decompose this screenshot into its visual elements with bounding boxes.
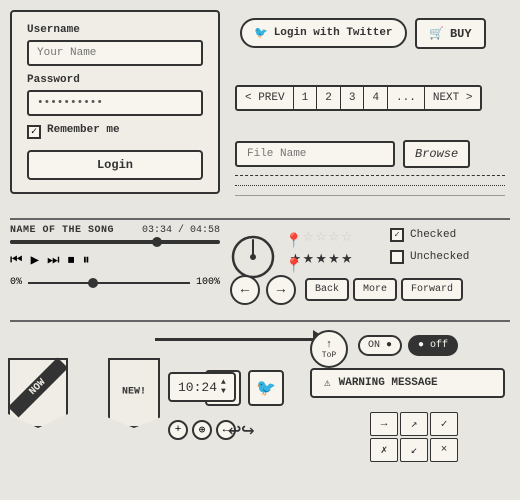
- checked-label: Checked: [410, 229, 456, 241]
- progress-thumb[interactable]: [152, 237, 162, 247]
- forward-button[interactable]: Forward: [401, 278, 463, 301]
- song-time: 03:34 / 04:58: [142, 225, 220, 236]
- username-input[interactable]: [27, 40, 203, 66]
- symbol-cross[interactable]: ×: [430, 438, 458, 462]
- bookmark-body: NEW!: [108, 358, 160, 428]
- right-arrow-button[interactable]: →: [266, 275, 296, 305]
- next-button[interactable]: NEXT >: [425, 87, 481, 109]
- warning-message-button[interactable]: ⚠ WARNING MESSAGE: [310, 368, 505, 398]
- symbol-x[interactable]: ✗: [370, 438, 398, 462]
- page-2-button[interactable]: 2: [317, 87, 341, 109]
- section-divider-2: [10, 320, 510, 322]
- volume-row: 0% 100%: [10, 277, 220, 288]
- twitter-login-button[interactable]: 🐦 Login with Twitter: [240, 18, 407, 48]
- nav-arrows: ← →: [230, 275, 296, 305]
- scroll-top-label: ToP: [322, 351, 336, 360]
- file-input-row: Browse: [235, 140, 470, 168]
- progress-track[interactable]: [10, 240, 220, 244]
- back-button[interactable]: Back: [305, 278, 349, 301]
- symbol-right-arrow[interactable]: →: [370, 412, 398, 436]
- twitter-social-button[interactable]: 🐦: [248, 370, 284, 406]
- symbol-check[interactable]: ✓: [430, 412, 458, 436]
- time-widget: 10:24 ▲▼: [168, 372, 236, 402]
- section-divider: [10, 218, 510, 220]
- symbol-down-left[interactable]: ↙: [400, 438, 428, 462]
- page-4-button[interactable]: 4: [364, 87, 388, 109]
- song-title: NAME OF THE SONG: [10, 225, 114, 236]
- volume-min-label: 0%: [10, 277, 22, 288]
- left-arrow-button[interactable]: ←: [230, 275, 260, 305]
- pause-icon[interactable]: ⏸: [83, 253, 90, 269]
- back-more-forward: Back More Forward: [305, 278, 463, 301]
- big-arrow-line: [155, 338, 315, 341]
- dashed-divider: [235, 175, 505, 176]
- username-label: Username: [27, 24, 203, 36]
- big-arrow-container: [155, 338, 315, 341]
- toggle-off-button[interactable]: ● off: [408, 335, 458, 356]
- page-3-button[interactable]: 3: [341, 87, 365, 109]
- time-display: 10:24: [178, 380, 217, 395]
- now-ribbon: NOW: [8, 358, 78, 438]
- more-button[interactable]: More: [353, 278, 397, 301]
- remember-label: Remember me: [47, 124, 120, 136]
- warning-text: WARNING MESSAGE: [339, 377, 438, 389]
- checked-item: ✓ Checked: [390, 228, 469, 242]
- buy-button[interactable]: 🛒 BUY: [415, 18, 486, 49]
- circle-button-2[interactable]: ⊕: [192, 420, 212, 440]
- play-icon[interactable]: ▶: [31, 252, 39, 269]
- swirl-arrows: ↩↪: [228, 418, 255, 444]
- prev-button[interactable]: < PREV: [237, 87, 294, 109]
- cart-icon: 🛒: [429, 26, 444, 41]
- plus-circle-button[interactable]: +: [168, 420, 188, 440]
- volume-max-label: 100%: [196, 277, 220, 288]
- warning-icon: ⚠: [324, 376, 331, 390]
- browse-button[interactable]: Browse: [403, 140, 470, 168]
- dotted-divider: [235, 185, 505, 186]
- up-arrow-icon: ↑: [326, 339, 333, 351]
- password-input[interactable]: [27, 90, 203, 116]
- bottom-circle-icons: + ⊕ ←: [168, 420, 236, 440]
- symbols-grid: → ↗ ✓ ✗ ↙ ×: [370, 412, 458, 462]
- scroll-top-button[interactable]: ↑ ToP: [310, 330, 348, 368]
- main-container: Username Password ✓ Remember me Login 🐦 …: [0, 0, 520, 500]
- login-button[interactable]: Login: [27, 150, 203, 180]
- unchecked-label: Unchecked: [410, 251, 469, 263]
- pin-bottom-icon: 📍: [285, 258, 302, 275]
- progress-fill: [10, 240, 157, 244]
- password-label: Password: [27, 74, 203, 86]
- buy-label: BUY: [450, 27, 472, 41]
- toggle-on-button[interactable]: ON ●: [358, 335, 402, 356]
- song-info-row: NAME OF THE SONG 03:34 / 04:58: [10, 225, 220, 236]
- file-name-input[interactable]: [235, 141, 395, 167]
- twitter-icon: 🐦: [254, 26, 268, 40]
- stop-icon[interactable]: ⏹: [68, 253, 75, 269]
- rewind-icon[interactable]: ⏮: [10, 253, 23, 269]
- music-player: NAME OF THE SONG 03:34 / 04:58 ⏮ ▶ ⏭ ⏹ ⏸…: [10, 225, 220, 288]
- volume-thumb[interactable]: [88, 278, 98, 288]
- pagination: < PREV 1 2 3 4 ... NEXT >: [235, 85, 482, 111]
- unchecked-checkbox[interactable]: [390, 250, 404, 264]
- symbol-up-right[interactable]: ↗: [400, 412, 428, 436]
- remember-me-row: ✓ Remember me: [27, 124, 203, 140]
- login-form: Username Password ✓ Remember me Login: [10, 10, 220, 194]
- bookmark-text: NEW!: [122, 386, 146, 397]
- unchecked-item: Unchecked: [390, 250, 469, 264]
- time-spinners[interactable]: ▲▼: [221, 378, 226, 396]
- page-ellipsis: ...: [388, 87, 425, 109]
- twitter-social-icon: 🐦: [256, 378, 276, 398]
- thin-divider: [235, 195, 505, 196]
- fast-forward-icon[interactable]: ⏭: [47, 253, 60, 269]
- page-1-button[interactable]: 1: [294, 87, 318, 109]
- player-controls: ⏮ ▶ ⏭ ⏹ ⏸: [10, 252, 220, 269]
- pin-icons: 📍 📍: [285, 233, 302, 275]
- checked-checkbox[interactable]: ✓: [390, 228, 404, 242]
- volume-track[interactable]: [28, 282, 190, 284]
- pin-top-icon: 📍: [285, 233, 302, 250]
- checkbox-group: ✓ Checked Unchecked: [390, 228, 469, 272]
- remember-checkbox[interactable]: ✓: [27, 125, 41, 139]
- twitter-label: Login with Twitter: [274, 27, 393, 39]
- new-bookmark: NEW!: [108, 358, 163, 433]
